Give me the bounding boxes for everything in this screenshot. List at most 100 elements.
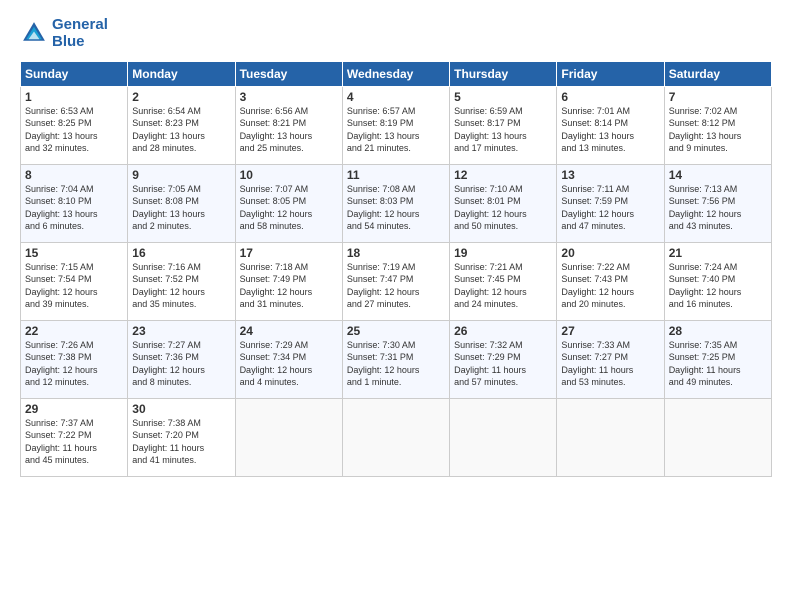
day-number: 28 <box>669 324 767 338</box>
day-info: Sunrise: 7:30 AM Sunset: 7:31 PM Dayligh… <box>347 339 445 389</box>
calendar-cell: 27Sunrise: 7:33 AM Sunset: 7:27 PM Dayli… <box>557 320 664 398</box>
calendar-body: 1Sunrise: 6:53 AM Sunset: 8:25 PM Daylig… <box>21 86 772 476</box>
weekday-header: SundayMondayTuesdayWednesdayThursdayFrid… <box>21 61 772 86</box>
calendar-cell: 23Sunrise: 7:27 AM Sunset: 7:36 PM Dayli… <box>128 320 235 398</box>
day-number: 22 <box>25 324 123 338</box>
calendar-cell <box>557 398 664 476</box>
day-number: 2 <box>132 90 230 104</box>
day-info: Sunrise: 6:53 AM Sunset: 8:25 PM Dayligh… <box>25 105 123 155</box>
calendar-table: SundayMondayTuesdayWednesdayThursdayFrid… <box>20 61 772 477</box>
calendar-cell: 18Sunrise: 7:19 AM Sunset: 7:47 PM Dayli… <box>342 242 449 320</box>
day-info: Sunrise: 7:21 AM Sunset: 7:45 PM Dayligh… <box>454 261 552 311</box>
day-info: Sunrise: 7:01 AM Sunset: 8:14 PM Dayligh… <box>561 105 659 155</box>
day-info: Sunrise: 7:33 AM Sunset: 7:27 PM Dayligh… <box>561 339 659 389</box>
calendar-cell: 16Sunrise: 7:16 AM Sunset: 7:52 PM Dayli… <box>128 242 235 320</box>
calendar-cell: 10Sunrise: 7:07 AM Sunset: 8:05 PM Dayli… <box>235 164 342 242</box>
calendar-cell <box>342 398 449 476</box>
day-info: Sunrise: 7:07 AM Sunset: 8:05 PM Dayligh… <box>240 183 338 233</box>
day-info: Sunrise: 7:16 AM Sunset: 7:52 PM Dayligh… <box>132 261 230 311</box>
calendar-cell: 5Sunrise: 6:59 AM Sunset: 8:17 PM Daylig… <box>450 86 557 164</box>
day-number: 11 <box>347 168 445 182</box>
weekday-header-cell: Thursday <box>450 61 557 86</box>
day-info: Sunrise: 7:11 AM Sunset: 7:59 PM Dayligh… <box>561 183 659 233</box>
day-number: 20 <box>561 246 659 260</box>
calendar-cell: 7Sunrise: 7:02 AM Sunset: 8:12 PM Daylig… <box>664 86 771 164</box>
calendar-cell: 26Sunrise: 7:32 AM Sunset: 7:29 PM Dayli… <box>450 320 557 398</box>
day-info: Sunrise: 7:18 AM Sunset: 7:49 PM Dayligh… <box>240 261 338 311</box>
day-info: Sunrise: 6:56 AM Sunset: 8:21 PM Dayligh… <box>240 105 338 155</box>
day-info: Sunrise: 7:13 AM Sunset: 7:56 PM Dayligh… <box>669 183 767 233</box>
day-info: Sunrise: 7:27 AM Sunset: 7:36 PM Dayligh… <box>132 339 230 389</box>
day-number: 26 <box>454 324 552 338</box>
weekday-header-cell: Monday <box>128 61 235 86</box>
calendar-cell: 19Sunrise: 7:21 AM Sunset: 7:45 PM Dayli… <box>450 242 557 320</box>
day-number: 27 <box>561 324 659 338</box>
calendar-cell: 15Sunrise: 7:15 AM Sunset: 7:54 PM Dayli… <box>21 242 128 320</box>
calendar-cell: 11Sunrise: 7:08 AM Sunset: 8:03 PM Dayli… <box>342 164 449 242</box>
day-info: Sunrise: 6:54 AM Sunset: 8:23 PM Dayligh… <box>132 105 230 155</box>
day-number: 19 <box>454 246 552 260</box>
day-number: 16 <box>132 246 230 260</box>
calendar-row: 8Sunrise: 7:04 AM Sunset: 8:10 PM Daylig… <box>21 164 772 242</box>
weekday-header-cell: Friday <box>557 61 664 86</box>
day-number: 17 <box>240 246 338 260</box>
day-number: 30 <box>132 402 230 416</box>
weekday-header-cell: Tuesday <box>235 61 342 86</box>
calendar-cell <box>450 398 557 476</box>
calendar-cell: 17Sunrise: 7:18 AM Sunset: 7:49 PM Dayli… <box>235 242 342 320</box>
day-number: 24 <box>240 324 338 338</box>
calendar-cell <box>235 398 342 476</box>
calendar-cell: 30Sunrise: 7:38 AM Sunset: 7:20 PM Dayli… <box>128 398 235 476</box>
day-number: 15 <box>25 246 123 260</box>
day-info: Sunrise: 7:29 AM Sunset: 7:34 PM Dayligh… <box>240 339 338 389</box>
day-info: Sunrise: 7:24 AM Sunset: 7:40 PM Dayligh… <box>669 261 767 311</box>
calendar-row: 29Sunrise: 7:37 AM Sunset: 7:22 PM Dayli… <box>21 398 772 476</box>
day-number: 14 <box>669 168 767 182</box>
day-number: 13 <box>561 168 659 182</box>
calendar-cell: 3Sunrise: 6:56 AM Sunset: 8:21 PM Daylig… <box>235 86 342 164</box>
day-number: 10 <box>240 168 338 182</box>
calendar-cell: 25Sunrise: 7:30 AM Sunset: 7:31 PM Dayli… <box>342 320 449 398</box>
day-number: 1 <box>25 90 123 104</box>
day-number: 6 <box>561 90 659 104</box>
day-info: Sunrise: 7:05 AM Sunset: 8:08 PM Dayligh… <box>132 183 230 233</box>
header: General Blue <box>20 16 772 51</box>
day-info: Sunrise: 7:38 AM Sunset: 7:20 PM Dayligh… <box>132 417 230 467</box>
day-info: Sunrise: 6:57 AM Sunset: 8:19 PM Dayligh… <box>347 105 445 155</box>
day-number: 21 <box>669 246 767 260</box>
day-number: 7 <box>669 90 767 104</box>
calendar-cell: 2Sunrise: 6:54 AM Sunset: 8:23 PM Daylig… <box>128 86 235 164</box>
day-number: 18 <box>347 246 445 260</box>
day-info: Sunrise: 7:35 AM Sunset: 7:25 PM Dayligh… <box>669 339 767 389</box>
day-info: Sunrise: 7:04 AM Sunset: 8:10 PM Dayligh… <box>25 183 123 233</box>
calendar-cell: 6Sunrise: 7:01 AM Sunset: 8:14 PM Daylig… <box>557 86 664 164</box>
day-info: Sunrise: 7:37 AM Sunset: 7:22 PM Dayligh… <box>25 417 123 467</box>
day-info: Sunrise: 7:26 AM Sunset: 7:38 PM Dayligh… <box>25 339 123 389</box>
logo-text: General Blue <box>52 16 108 51</box>
weekday-header-cell: Wednesday <box>342 61 449 86</box>
weekday-header-cell: Sunday <box>21 61 128 86</box>
logo: General Blue <box>20 16 108 51</box>
day-number: 12 <box>454 168 552 182</box>
day-info: Sunrise: 7:22 AM Sunset: 7:43 PM Dayligh… <box>561 261 659 311</box>
day-number: 9 <box>132 168 230 182</box>
calendar-row: 15Sunrise: 7:15 AM Sunset: 7:54 PM Dayli… <box>21 242 772 320</box>
day-info: Sunrise: 6:59 AM Sunset: 8:17 PM Dayligh… <box>454 105 552 155</box>
calendar-cell: 8Sunrise: 7:04 AM Sunset: 8:10 PM Daylig… <box>21 164 128 242</box>
day-number: 25 <box>347 324 445 338</box>
calendar-cell: 4Sunrise: 6:57 AM Sunset: 8:19 PM Daylig… <box>342 86 449 164</box>
day-number: 4 <box>347 90 445 104</box>
calendar-row: 22Sunrise: 7:26 AM Sunset: 7:38 PM Dayli… <box>21 320 772 398</box>
calendar-cell: 20Sunrise: 7:22 AM Sunset: 7:43 PM Dayli… <box>557 242 664 320</box>
day-number: 29 <box>25 402 123 416</box>
weekday-header-cell: Saturday <box>664 61 771 86</box>
calendar-cell: 14Sunrise: 7:13 AM Sunset: 7:56 PM Dayli… <box>664 164 771 242</box>
calendar-page: General Blue SundayMondayTuesdayWednesda… <box>0 0 792 612</box>
calendar-cell <box>664 398 771 476</box>
day-info: Sunrise: 7:15 AM Sunset: 7:54 PM Dayligh… <box>25 261 123 311</box>
calendar-cell: 12Sunrise: 7:10 AM Sunset: 8:01 PM Dayli… <box>450 164 557 242</box>
calendar-cell: 1Sunrise: 6:53 AM Sunset: 8:25 PM Daylig… <box>21 86 128 164</box>
day-number: 3 <box>240 90 338 104</box>
logo-icon <box>20 19 48 47</box>
day-info: Sunrise: 7:32 AM Sunset: 7:29 PM Dayligh… <box>454 339 552 389</box>
